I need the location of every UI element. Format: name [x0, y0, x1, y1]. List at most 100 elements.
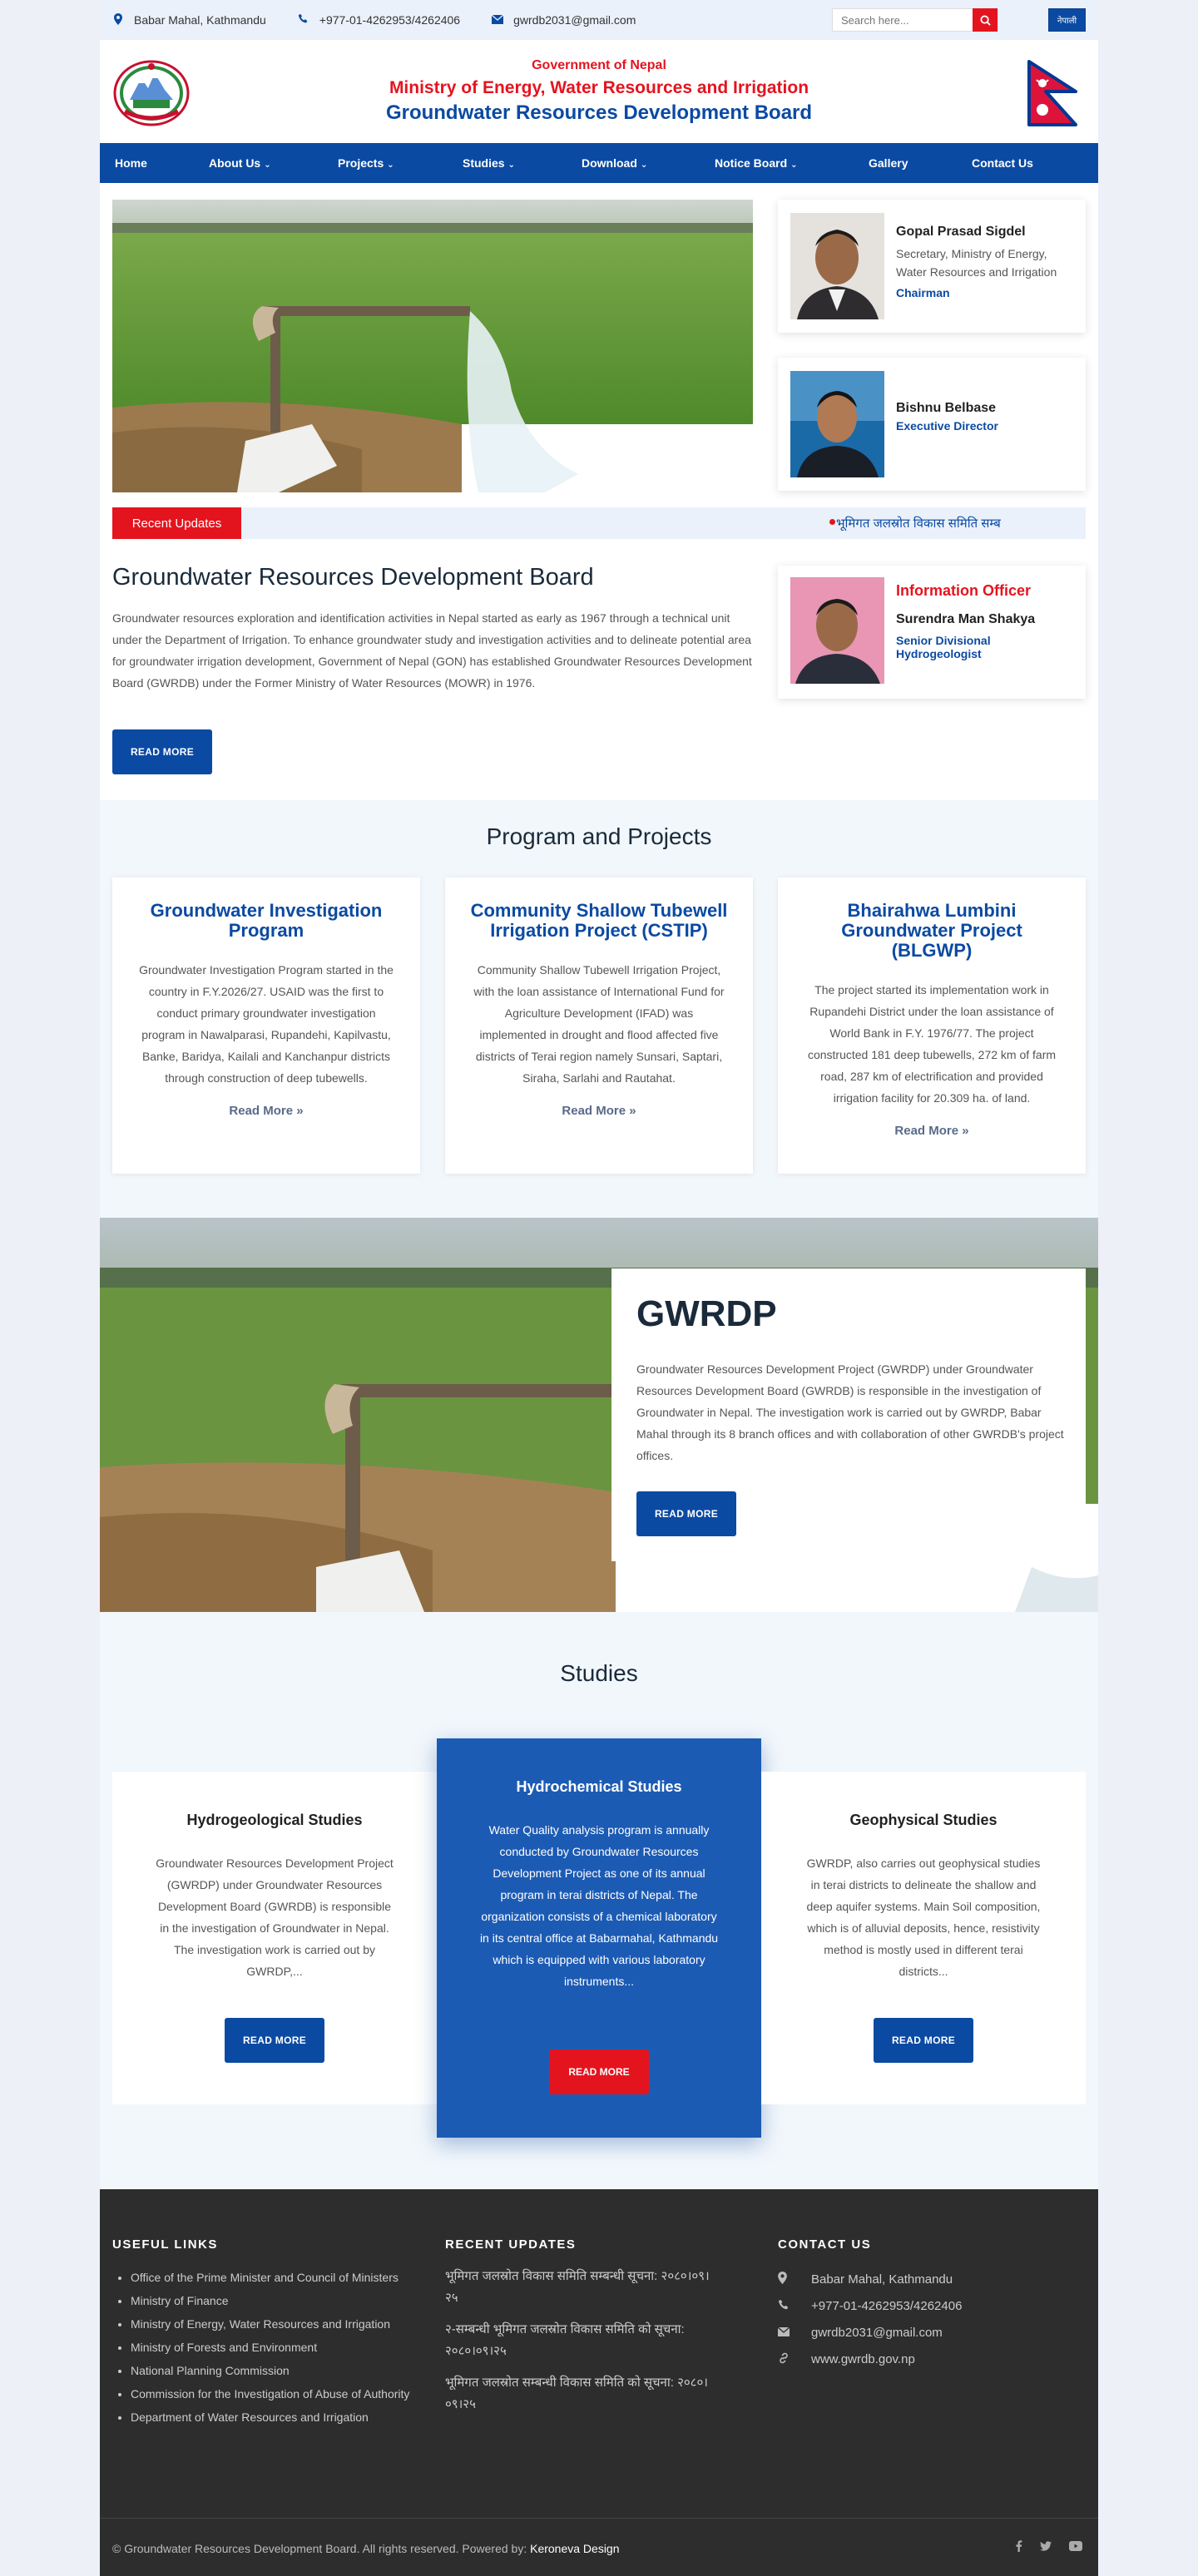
youtube-icon[interactable] — [1069, 2540, 1082, 2554]
director-photo — [790, 371, 884, 477]
chairman-name: Gopal Prasad Sigdel — [896, 225, 1026, 239]
official-card-chairman: Gopal Prasad Sigdel Secretary, Ministry … — [778, 200, 1086, 333]
footer-updates-list: भूमिगत जलस्रोत विकास समिति सम्बन्धी सूचन… — [445, 2266, 711, 2425]
contact-text: Babar Mahal, Kathmandu — [811, 2272, 953, 2287]
envelope-icon — [777, 2326, 811, 2339]
footer-update-item[interactable]: भूमिगत जलस्रोत विकास समिति सम्बन्धी सूचन… — [445, 2266, 711, 2309]
program-title[interactable]: Groundwater Investigation Program — [137, 901, 395, 941]
study-card-hydrogeological: Hydrogeological Studies Groundwater Reso… — [112, 1772, 437, 2104]
read-more-label: Read More — [894, 1124, 959, 1138]
nav-item-projects[interactable]: Projects ⌄ — [338, 156, 463, 170]
footer-bottom: © Groundwater Resources Development Boar… — [100, 2518, 1098, 2576]
study-text: Groundwater Resources Development Projec… — [156, 1857, 394, 1978]
contact-text[interactable]: gwrdb2031@gmail.com — [811, 2326, 943, 2340]
nav-item-notice-board[interactable]: Notice Board ⌄ — [715, 156, 869, 170]
email-item: gwrdb2031@gmail.com — [491, 13, 636, 27]
phone-text: +977-01-4262953/4262406 — [319, 13, 461, 27]
language-button[interactable]: नेपाली — [1048, 8, 1086, 32]
search-input[interactable] — [833, 9, 973, 31]
contact-text[interactable]: www.gwrdb.gov.np — [811, 2352, 915, 2366]
study-text: Water Quality analysis program is annual… — [479, 1823, 719, 1988]
study-card-geophysical: Geophysical Studies GWRDP, also carries … — [761, 1772, 1086, 2104]
study-read-more-button[interactable]: READ MORE — [549, 2049, 649, 2094]
updates-ticker-text[interactable]: भूमिगत जलस्रोत विकास समिति सम्ब — [836, 515, 1086, 532]
hero-image-pump — [112, 200, 753, 492]
program-title[interactable]: Bhairahwa Lumbini Groundwater Project (B… — [803, 901, 1061, 961]
official-card-director: Bishnu Belbase Executive Director — [778, 358, 1086, 491]
study-read-more-button[interactable]: READ MORE — [225, 2018, 324, 2063]
studies-title: Studies — [560, 1660, 638, 1686]
search-box — [832, 8, 998, 32]
twitter-icon[interactable] — [1040, 2540, 1052, 2554]
double-chevron-right-icon: » — [958, 1124, 969, 1138]
study-read-more-button[interactable]: READ MORE — [874, 2018, 973, 2063]
read-more-label: Read More — [562, 1104, 626, 1118]
chevron-down-icon: ⌄ — [264, 161, 271, 170]
nav-item-label: Contact Us — [972, 156, 1033, 170]
chevron-down-icon: ⌄ — [790, 161, 798, 170]
director-name: Bishnu Belbase — [896, 401, 997, 415]
program-read-more-link[interactable]: Read More » — [778, 1124, 1086, 1138]
director-role: Executive Director — [896, 419, 998, 433]
useful-link[interactable]: Department of Water Resources and Irriga… — [131, 2408, 428, 2426]
nav-item-home[interactable]: Home — [115, 156, 209, 170]
useful-link[interactable]: Ministry of Finance — [131, 2292, 428, 2310]
gwrdp-read-more-button[interactable]: READ MORE — [636, 1491, 736, 1536]
footer-update-item[interactable]: २-सम्बन्धी भूमिगत जलस्रोत विकास समिति को… — [445, 2319, 711, 2362]
useful-link[interactable]: Ministry of Energy, Water Resources and … — [131, 2315, 428, 2333]
nav-item-label: Notice Board — [715, 156, 788, 170]
site-header: Government of Nepal Ministry of Energy, … — [100, 40, 1098, 143]
useful-link[interactable]: Ministry of Forests and Environment — [131, 2338, 428, 2356]
nav-item-studies[interactable]: Studies ⌄ — [463, 156, 582, 170]
address-item: Babar Mahal, Kathmandu — [112, 12, 266, 27]
program-card: Community Shallow Tubewell Irrigation Pr… — [445, 878, 753, 1174]
study-card-hydrochemical: Hydrochemical Studies Water Quality anal… — [437, 1738, 761, 2138]
program-title[interactable]: Community Shallow Tubewell Irrigation Pr… — [470, 901, 728, 941]
nav-item-label: Gallery — [869, 156, 908, 170]
contact-list: Babar Mahal, Kathmandu +977-01-4262953/4… — [777, 2266, 1086, 2372]
footer-update-item[interactable]: भूमिगत जलस्रोत सम्बन्धी विकास समिति को स… — [445, 2372, 711, 2415]
top-bar: Babar Mahal, Kathmandu +977-01-4262953/4… — [100, 0, 1098, 40]
program-card: Bhairahwa Lumbini Groundwater Project (B… — [778, 878, 1086, 1174]
info-officer-name: Surendra Man Shakya — [896, 612, 1036, 626]
search-button[interactable] — [973, 8, 998, 32]
nav-item-download[interactable]: Download ⌄ — [582, 156, 715, 170]
study-title: Geophysical Studies — [849, 1812, 998, 1828]
program-text: Groundwater Investigation Program starte… — [139, 963, 394, 1085]
nav-item-contact-us[interactable]: Contact Us — [972, 156, 1072, 170]
program-read-more-link[interactable]: Read More » — [445, 1104, 753, 1118]
ticker-bullet — [829, 519, 835, 525]
gwrdp-text: Groundwater Resources Development Projec… — [636, 1362, 1064, 1462]
recent-updates-label: Recent Updates — [112, 507, 241, 539]
gwrdp-title: GWRDP — [636, 1293, 777, 1334]
facebook-icon[interactable] — [1015, 2540, 1022, 2554]
contact-address: Babar Mahal, Kathmandu — [778, 2266, 1086, 2292]
recent-updates-title: RECENT UPDATES — [445, 2237, 577, 2252]
program-text: The project started its implementation w… — [807, 983, 1057, 1105]
phone-item: +977-01-4262953/4262406 — [298, 13, 460, 27]
phone-icon — [298, 13, 309, 27]
envelope-icon — [491, 14, 504, 27]
board-title: Groundwater Resources Development Board — [385, 101, 813, 124]
intro-read-more-button[interactable]: READ MORE — [112, 729, 212, 774]
useful-link[interactable]: National Planning Commission — [131, 2361, 428, 2380]
useful-link[interactable]: Commission for the Investigation of Abus… — [131, 2385, 428, 2403]
useful-link[interactable]: Office of the Prime Minister and Council… — [131, 2268, 428, 2287]
nav-item-about-us[interactable]: About Us ⌄ — [209, 156, 338, 170]
chevron-down-icon: ⌄ — [640, 161, 648, 170]
intro-title: Groundwater Resources Development Board — [112, 564, 594, 591]
info-officer-heading: Information Officer — [896, 582, 1032, 599]
contact-text: +977-01-4262953/4262406 — [811, 2298, 963, 2313]
map-pin-icon — [112, 12, 124, 27]
info-officer-photo — [790, 577, 884, 684]
chevron-down-icon: ⌄ — [387, 161, 394, 170]
phone-icon — [778, 2299, 811, 2313]
map-pin-icon — [778, 2272, 811, 2287]
read-more-label: Read More — [229, 1104, 294, 1118]
page: Babar Mahal, Kathmandu +977-01-4262953/4… — [100, 0, 1098, 2576]
double-chevron-right-icon: » — [626, 1104, 636, 1118]
program-read-more-link[interactable]: Read More » — [112, 1104, 420, 1118]
email-text[interactable]: gwrdb2031@gmail.com — [513, 13, 636, 27]
nav-item-gallery[interactable]: Gallery — [869, 156, 972, 170]
powered-by-link[interactable]: Keroneva Design — [530, 2542, 619, 2555]
